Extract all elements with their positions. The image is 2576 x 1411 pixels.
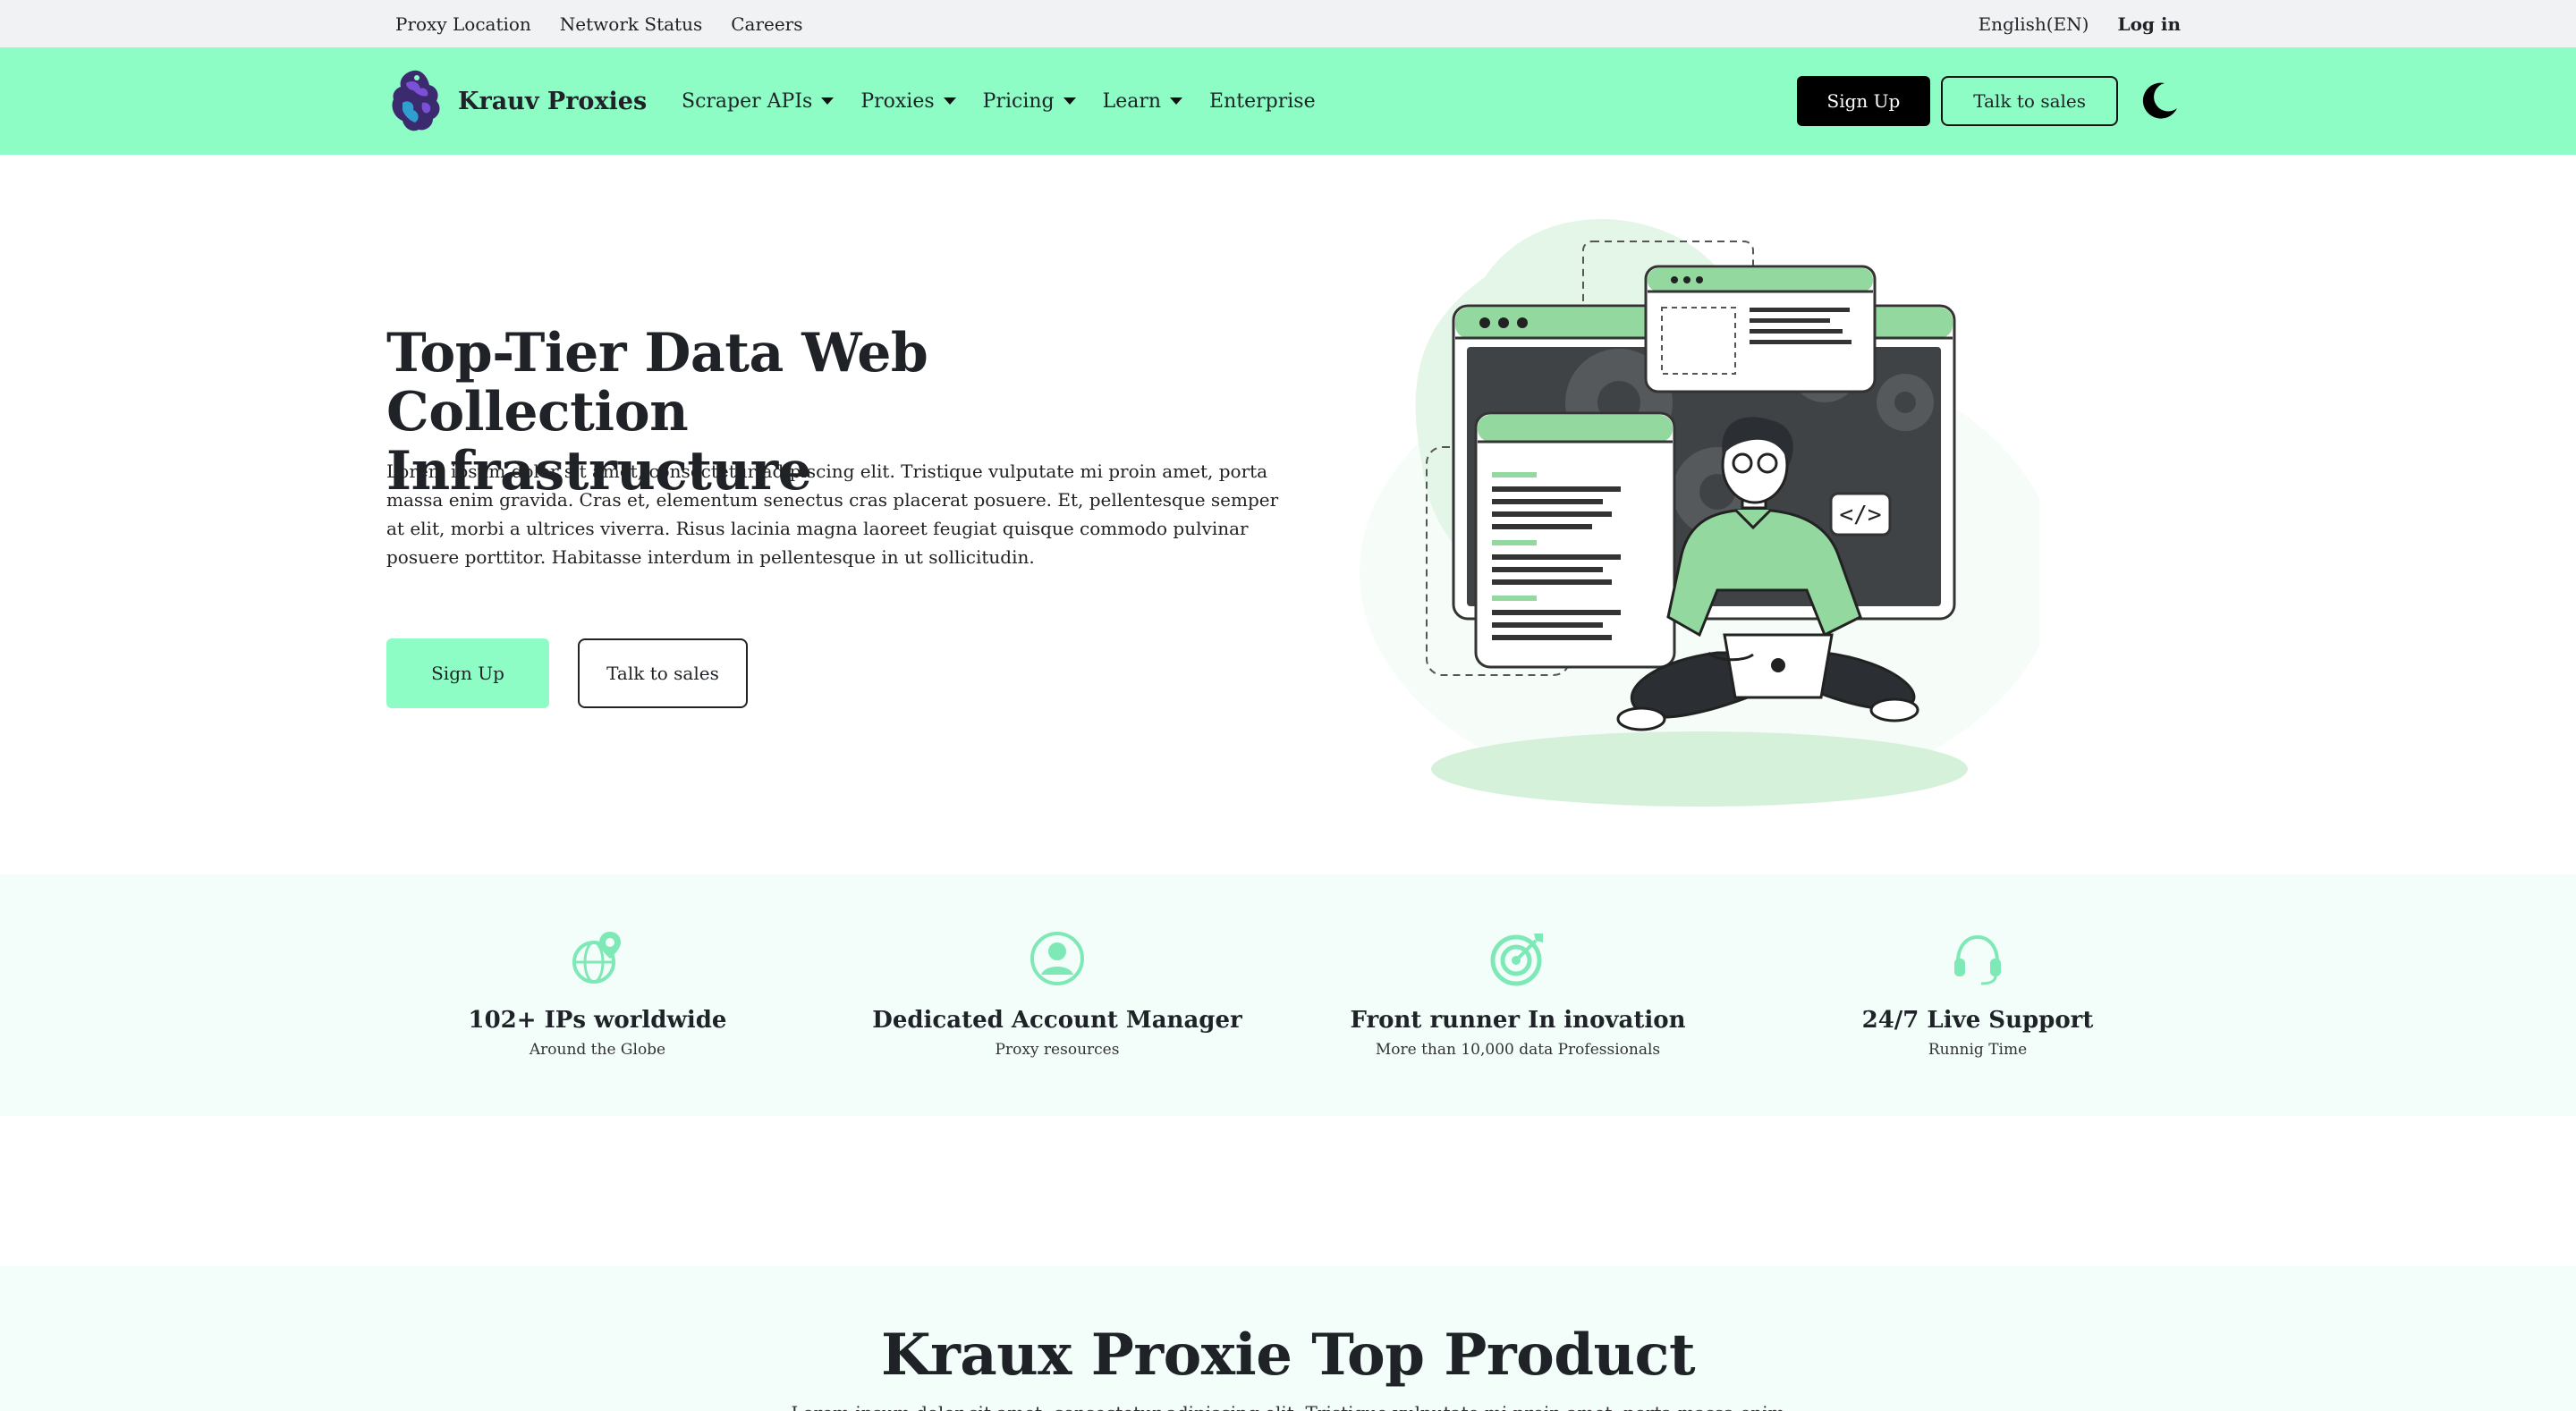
feature-title: Front runner In inovation (1350, 1007, 1686, 1034)
menu-pricing[interactable]: Pricing (983, 90, 1076, 113)
utility-links: Proxy Location Network Status Careers (395, 0, 803, 47)
caret-down-icon (943, 97, 956, 105)
login-link[interactable]: Log in (2118, 13, 2182, 35)
product-section-subtitle: Lorem ipsum dolor sit amet, consectetur … (0, 1402, 2576, 1411)
brand[interactable]: Krauv Proxies (386, 67, 647, 135)
hero-description: Lorem ipsum dolor sit amet, consectetur … (386, 460, 1279, 568)
product-section-title: Kraux Proxie Top Product (880, 1322, 1696, 1389)
caret-down-icon (1063, 97, 1076, 105)
menu-learn[interactable]: Learn (1102, 89, 1183, 113)
feature-title: 102+ IPs worldwide (468, 1007, 727, 1034)
menu-label: Enterprise (1209, 89, 1316, 113)
target-icon (1490, 934, 1543, 986)
menu-label: Pricing (982, 89, 1055, 113)
feature-subtitle: More than 10,000 data Professionals (1375, 1041, 1661, 1059)
top-product-section: Kraux Proxie Top Product Lorem ipsum dol… (0, 1266, 2576, 1411)
language-selector[interactable]: English(EN) (1979, 13, 2089, 35)
careers-link[interactable]: Careers (731, 13, 802, 35)
top-utility-bar: Proxy Location Network Status Careers En… (0, 0, 2576, 47)
hero-signup-button[interactable]: Sign Up (386, 638, 549, 708)
feature-subtitle: Around the Globe (529, 1041, 666, 1059)
feature-title: 24/7 Live Support (1861, 1007, 2094, 1034)
brand-name: Krauv Proxies (458, 87, 648, 115)
proxy-location-link[interactable]: Proxy Location (395, 13, 531, 35)
main-navbar: Krauv Proxies Scraper APIs Proxies Prici… (0, 47, 2576, 155)
menu-proxies[interactable]: Proxies (860, 89, 956, 113)
feature-innovation: Front runner In inovation More than 10,0… (1303, 874, 1733, 1059)
moon-icon[interactable] (2138, 80, 2181, 123)
feature-subtitle: Proxy resources (995, 1041, 1120, 1059)
caret-down-icon (1170, 97, 1183, 105)
network-status-link[interactable]: Network Status (560, 13, 702, 35)
menu-label: Learn (1102, 89, 1162, 113)
caret-down-icon (821, 97, 835, 105)
feature-subtitle: Runnig Time (1928, 1041, 2028, 1059)
menu-label: Proxies (860, 89, 935, 113)
nav-actions: Sign Up Talk to sales (1796, 75, 2182, 127)
feature-ips: 102+ IPs worldwide Around the Globe (383, 874, 812, 1059)
globe-pin-icon (572, 932, 621, 984)
menu-scraper-apis[interactable]: Scraper APIs (682, 89, 835, 113)
menu-enterprise[interactable]: Enterprise (1209, 90, 1316, 113)
hero-talk-to-sales-button[interactable]: Talk to sales (578, 638, 748, 708)
hero-buttons: Sign Up Talk to sales (386, 638, 748, 708)
menu-label: Scraper APIs (682, 89, 813, 113)
hero-title-line-1: Top-Tier Data Web Collection (386, 322, 928, 444)
feature-support: 24/7 Live Support Runnig Time (1763, 874, 2192, 1059)
feature-title: Dedicated Account Manager (872, 1007, 1242, 1034)
features-band: 102+ IPs worldwide Around the Globe Dedi… (0, 874, 2576, 1116)
feature-account-manager: Dedicated Account Manager Proxy resource… (843, 874, 1272, 1059)
nav-signup-button[interactable]: Sign Up (1796, 76, 1931, 126)
nav-talk-to-sales-button[interactable]: Talk to sales (1941, 76, 2118, 126)
main-menu: Scraper APIs Proxies Pricing Learn Enter… (682, 47, 1316, 155)
code-tag-icon: </> (1840, 502, 1882, 528)
headset-icon (1954, 934, 2001, 985)
utility-right: English(EN) Log in (1979, 0, 2181, 47)
hero-illustration: </> (1360, 219, 2039, 807)
user-icon (1030, 932, 1084, 985)
krauv-logo-icon (392, 70, 440, 131)
